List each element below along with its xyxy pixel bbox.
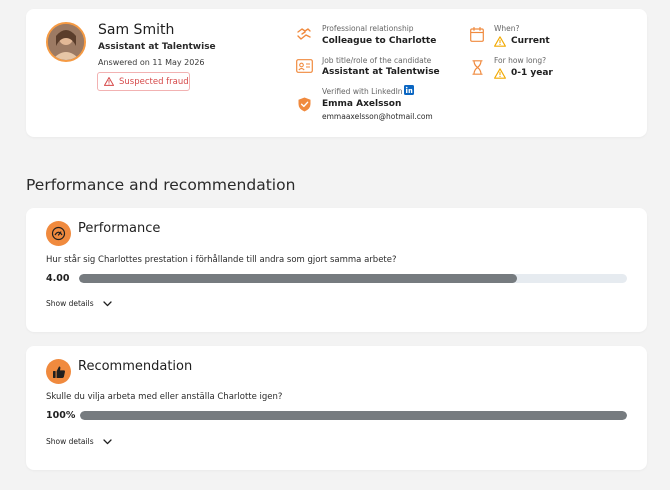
id-card-icon	[296, 59, 313, 73]
calendar-icon	[470, 27, 484, 42]
warning-icon	[494, 68, 506, 79]
suspected-fraud-badge[interactable]: Suspected fraud	[97, 72, 190, 91]
performance-show-details[interactable]: Show details	[46, 299, 112, 308]
job-title-label: Job title/role of the candidate	[322, 56, 432, 65]
show-details-label: Show details	[46, 437, 94, 446]
performance-bar-fill	[79, 274, 518, 283]
recommendation-bar-fill	[80, 411, 627, 420]
how-long-value: 0-1 year	[511, 68, 553, 78]
performance-bar	[79, 274, 627, 283]
performance-question: Hur står sig Charlottes prestation i för…	[46, 255, 397, 265]
recommendation-score: 100%	[46, 410, 76, 421]
warning-icon	[104, 77, 114, 86]
shield-check-icon	[298, 97, 311, 112]
recommendation-card: Recommendation Skulle du vilja arbeta me…	[26, 346, 647, 470]
how-long-label: For how long?	[494, 56, 547, 65]
recommendation-show-details[interactable]: Show details	[46, 437, 112, 446]
job-title-value: Assistant at Talentwise	[322, 67, 440, 77]
handshake-icon	[297, 28, 311, 40]
when-label: When?	[494, 24, 520, 33]
when-value: Current	[511, 36, 550, 46]
relationship-label: Professional relationship	[322, 24, 414, 33]
performance-score: 4.00	[46, 273, 70, 284]
linkedin-icon[interactable]	[404, 85, 414, 95]
thumbs-up-icon	[46, 359, 71, 384]
fraud-label: Suspected fraud	[119, 76, 189, 87]
warning-icon	[494, 36, 506, 47]
relationship-value: Colleague to Charlotte	[322, 36, 437, 46]
chevron-down-icon	[102, 300, 112, 306]
recommendation-bar	[80, 411, 627, 420]
verified-name: Emma Axelsson	[322, 99, 402, 109]
hourglass-icon	[472, 60, 483, 75]
show-details-label: Show details	[46, 299, 94, 308]
recommendation-question: Skulle du vilja arbeta med eller anställ…	[46, 392, 283, 402]
performance-title: Performance	[78, 221, 161, 236]
section-title: Performance and recommendation	[26, 176, 296, 194]
recommendation-title: Recommendation	[78, 359, 193, 374]
meter-icon	[46, 221, 71, 246]
verified-label: Verified with LinkedIn	[322, 87, 403, 96]
reference-card: Sam Smith Assistant at Talentwise Answer…	[26, 9, 647, 137]
verified-email: emmaaxelsson@hotmail.com	[322, 112, 433, 121]
referee-role: Assistant at Talentwise	[98, 42, 216, 52]
answered-date: Answered on 11 May 2026	[98, 58, 205, 67]
performance-card: Performance Hur står sig Charlottes pres…	[26, 208, 647, 332]
referee-name: Sam Smith	[98, 22, 175, 38]
avatar	[46, 22, 86, 62]
chevron-down-icon	[102, 438, 112, 444]
